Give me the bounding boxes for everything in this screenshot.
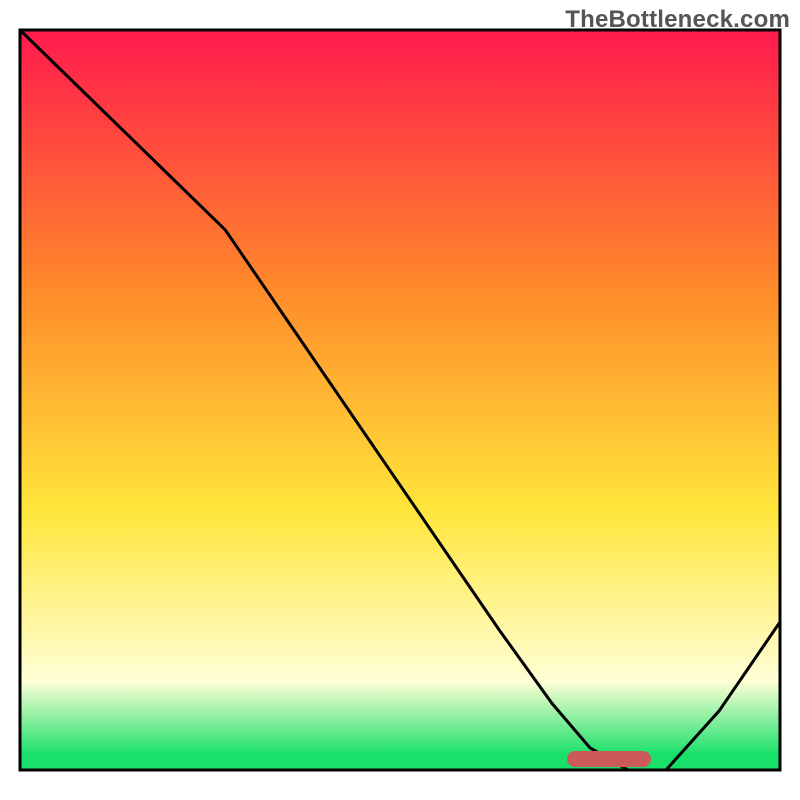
watermark-text: TheBottleneck.com xyxy=(565,6,790,34)
optimum-marker xyxy=(567,751,651,767)
chart-svg xyxy=(0,0,800,800)
bottleneck-chart: TheBottleneck.com xyxy=(0,0,800,800)
